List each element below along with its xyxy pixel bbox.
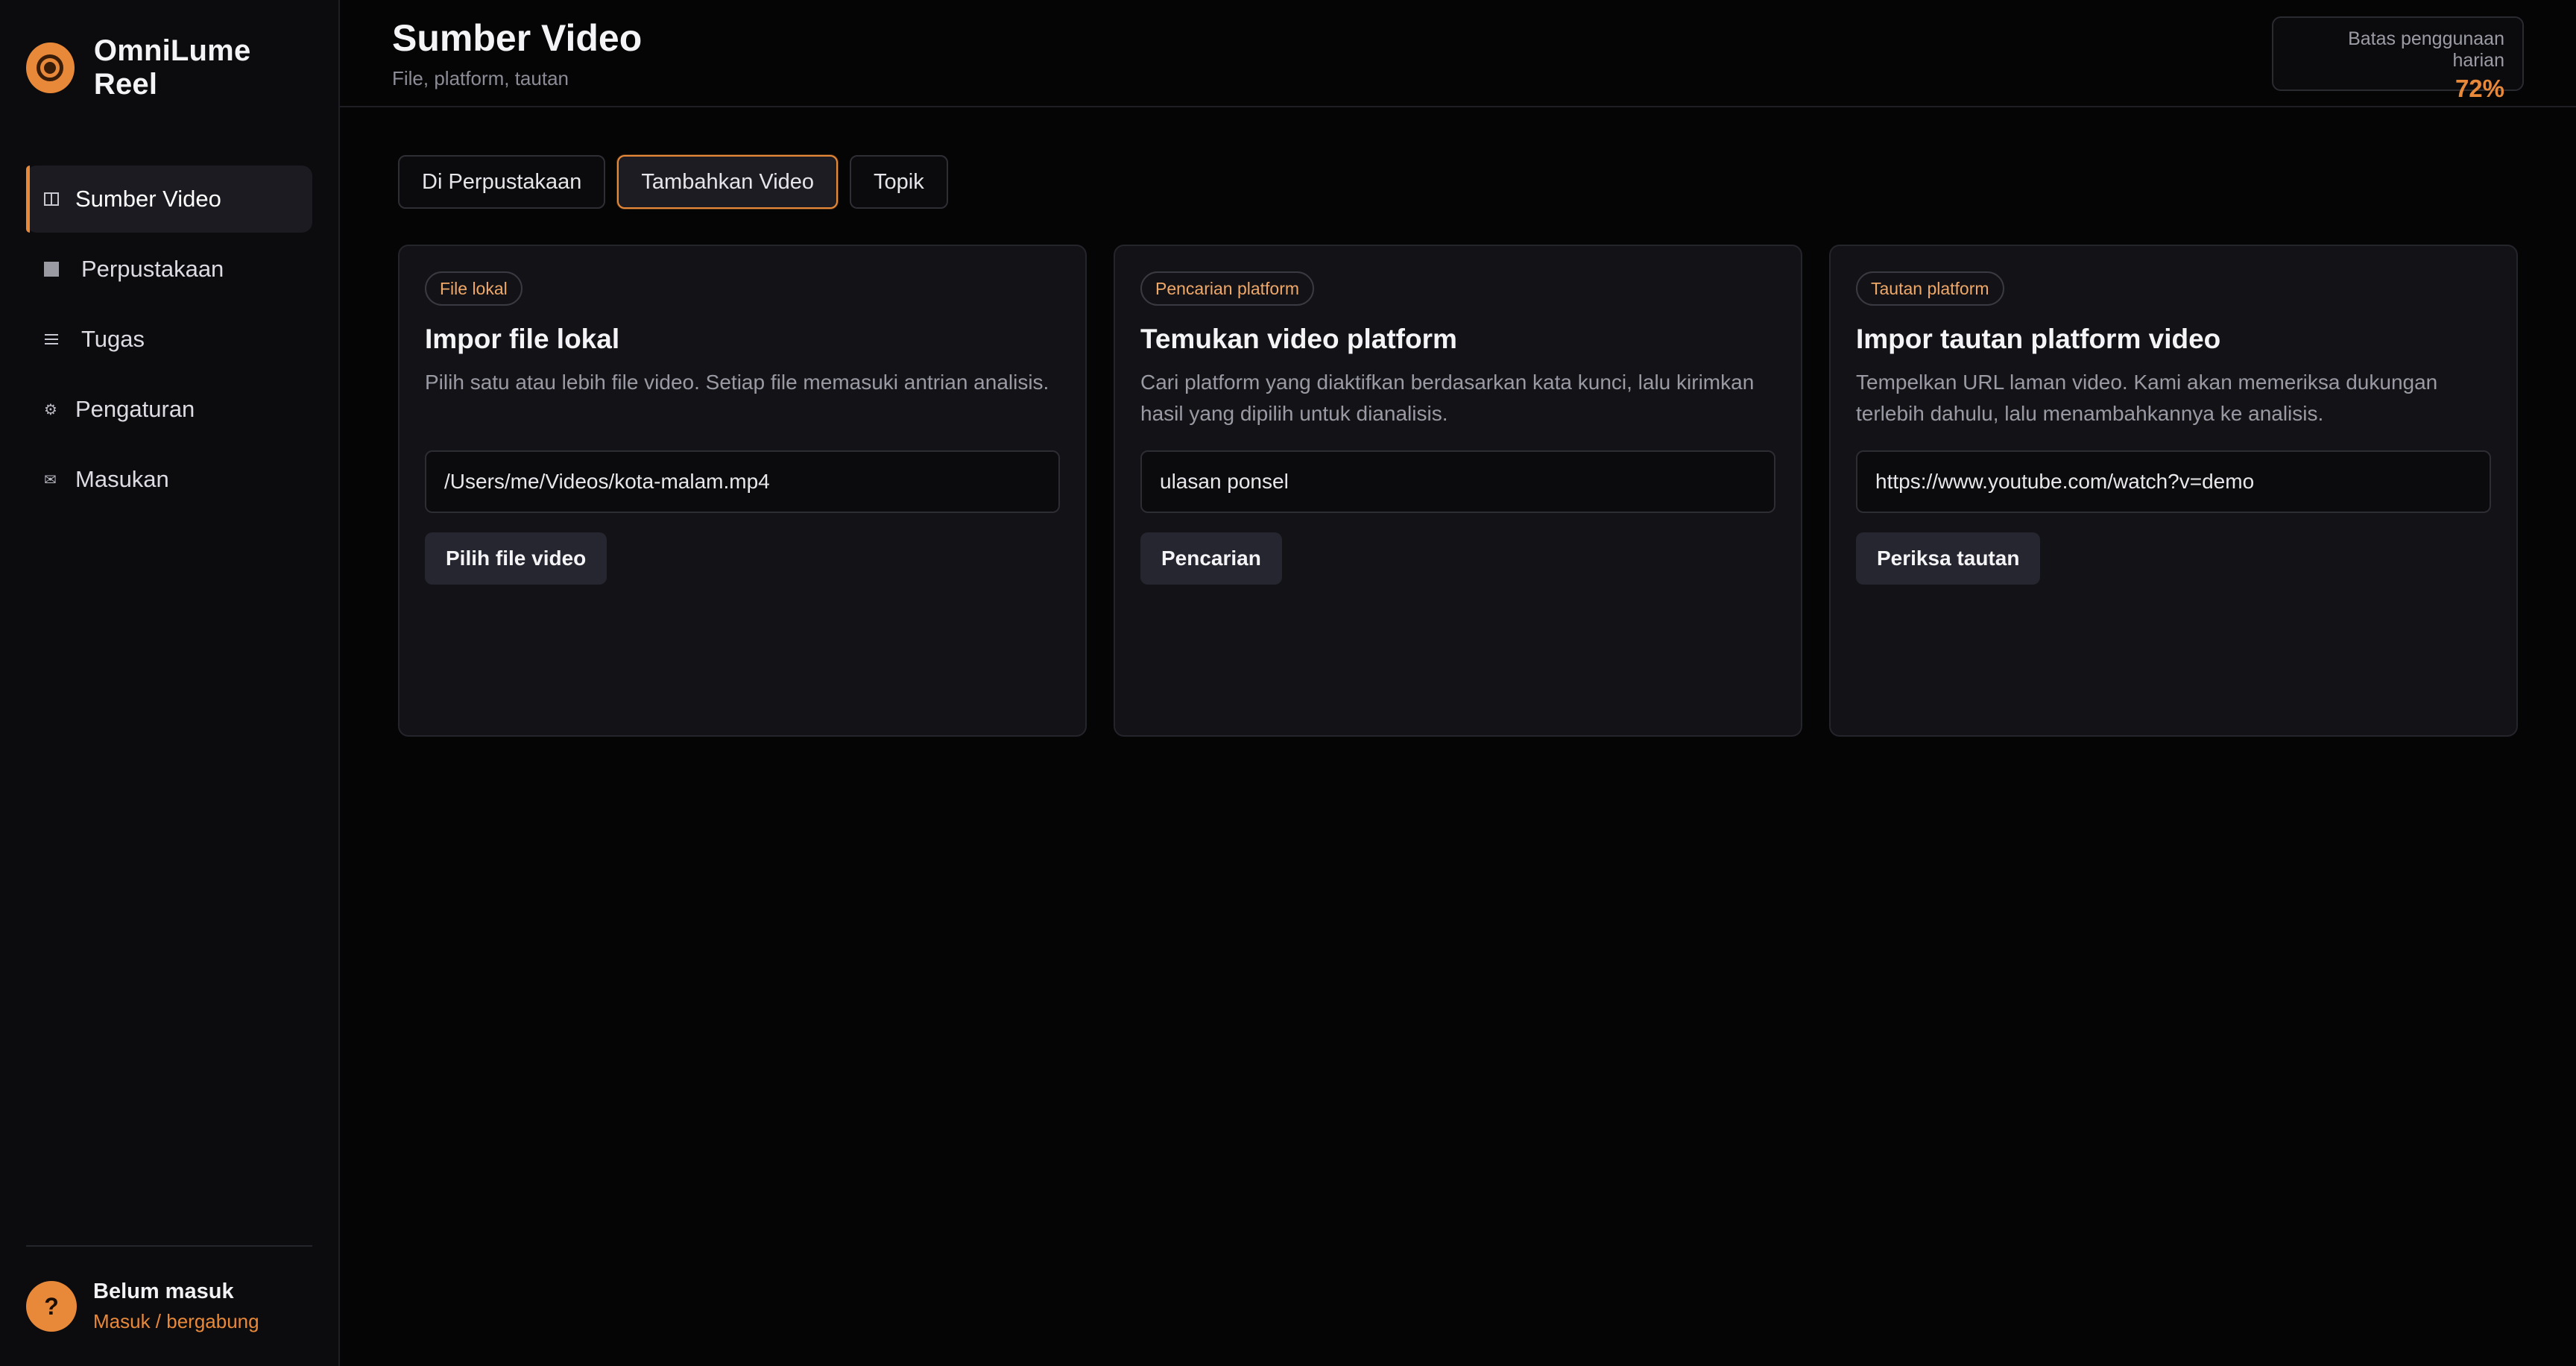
source-cards: File lokal Impor file lokal Pilih satu a…: [398, 245, 2518, 737]
sidebar-item-label: Sumber Video: [75, 186, 221, 212]
card-description: Tempelkan URL laman video. Kami akan mem…: [1856, 371, 2438, 425]
avatar[interactable]: ?: [26, 1281, 77, 1332]
choose-video-file-button[interactable]: Pilih file video: [425, 532, 607, 585]
card-badge: Tautan platform: [1856, 271, 2004, 306]
tab-topik[interactable]: Topik: [850, 155, 948, 209]
brand-name: OmniLume Reel: [93, 34, 251, 101]
tab-tambahkan-video[interactable]: Tambahkan Video: [617, 155, 839, 209]
check-link-button[interactable]: Periksa tautan: [1856, 532, 2041, 585]
platform-link-card: Tautan platform Impor tautan platform vi…: [1829, 245, 2518, 737]
content: Di Perpustakaan Tambahkan Video Topik Fi…: [340, 107, 2576, 737]
card-badge: File lokal: [425, 271, 523, 306]
sidebar-item-label: Perpustakaan: [81, 256, 224, 282]
main-area: Sumber Video File, platform, tautan Bata…: [340, 0, 2576, 1366]
account-panel[interactable]: ? Belum masuk Masuk / bergabung: [26, 1245, 312, 1366]
sidebar-item-label: Masukan: [75, 466, 169, 492]
card-title: Impor tautan platform video: [1856, 324, 2221, 354]
file-path-input[interactable]: [425, 450, 1060, 513]
gear-icon: ⚙: [44, 401, 57, 418]
sidebar-item-pengaturan[interactable]: ⚙ Pengaturan: [26, 376, 312, 443]
app-window: OmniLume Reel Sumber Video Perpustakaan …: [0, 0, 2576, 1366]
square-icon: [44, 262, 81, 277]
sidebar-nav: Sumber Video Perpustakaan Tugas ⚙ Pengat…: [26, 166, 312, 513]
local-file-card: File lokal Impor file lokal Pilih satu a…: [398, 245, 1087, 737]
page-title: Sumber Video: [392, 17, 643, 59]
sidebar-item-perpustakaan[interactable]: Perpustakaan: [26, 236, 312, 303]
sidebar: OmniLume Reel Sumber Video Perpustakaan …: [0, 0, 340, 1366]
usage-quota-card: Batas penggunaan harian 72%: [2272, 16, 2524, 102]
header: Sumber Video File, platform, tautan Bata…: [340, 0, 2576, 107]
login-status: Belum masuk: [93, 1280, 234, 1303]
page-subtitle: File, platform, tautan: [392, 67, 569, 89]
usage-quota-label: Batas penggunaan harian: [2348, 28, 2504, 71]
sidebar-item-label: Pengaturan: [75, 396, 195, 422]
search-keyword-input[interactable]: [1140, 450, 1775, 513]
usage-quota-value: 72%: [2455, 75, 2504, 102]
mail-icon: ✉: [44, 471, 57, 488]
columns-icon: [44, 192, 75, 207]
list-icon: [44, 333, 81, 346]
card-description: Cari platform yang diaktifkan berdasarka…: [1140, 371, 1755, 425]
card-title: Impor file lokal: [425, 324, 620, 354]
platform-search-card: Pencarian platform Temukan video platfor…: [1114, 245, 1802, 737]
sidebar-item-masukan[interactable]: ✉ Masukan: [26, 446, 312, 513]
card-badge: Pencarian platform: [1140, 271, 1315, 306]
sidebar-item-label: Tugas: [81, 326, 145, 352]
card-title: Temukan video platform: [1140, 324, 1457, 354]
brand-logo-icon: [26, 43, 75, 93]
tab-di-perpustakaan[interactable]: Di Perpustakaan: [398, 155, 606, 209]
video-url-input[interactable]: [1856, 450, 2491, 513]
search-button[interactable]: Pencarian: [1140, 532, 1282, 585]
tab-bar: Di Perpustakaan Tambahkan Video Topik: [398, 155, 2518, 209]
card-description: Pilih satu atau lebih file video. Setiap…: [425, 371, 1049, 394]
sidebar-item-tugas[interactable]: Tugas: [26, 306, 312, 373]
login-link[interactable]: Masuk / bergabung: [93, 1310, 259, 1333]
sidebar-item-sumber-video[interactable]: Sumber Video: [26, 166, 312, 233]
brand[interactable]: OmniLume Reel: [26, 0, 312, 136]
